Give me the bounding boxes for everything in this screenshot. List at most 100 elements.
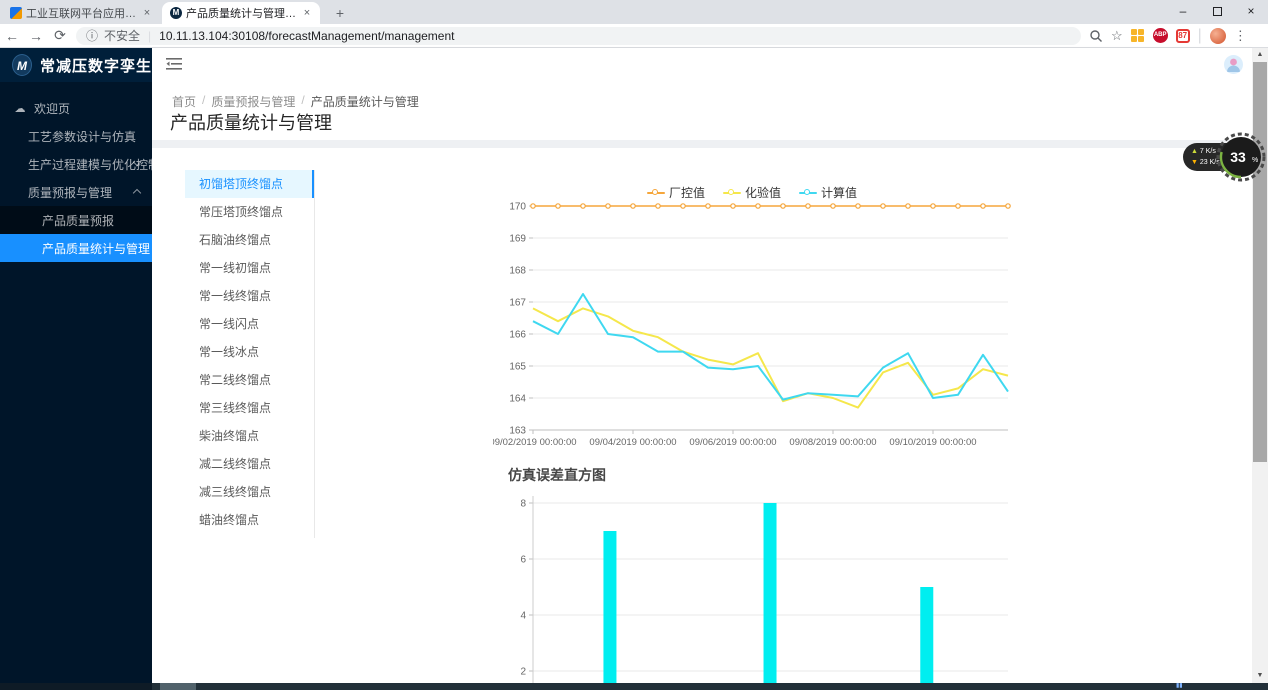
browser-tab-active[interactable]: M 产品质量统计与管理 - 常减压数… ×	[162, 2, 320, 24]
svg-text:165: 165	[509, 362, 526, 373]
app-logo-icon: M	[12, 54, 32, 76]
breadcrumb-separator: /	[301, 93, 304, 110]
sidebar-item-label: 工艺参数设计与仿真	[28, 128, 136, 145]
svg-text:2: 2	[520, 667, 526, 678]
quality-tab-12[interactable]: 蜡油终馏点	[185, 506, 315, 534]
app-logo-text: 常减压数字孪生	[40, 55, 152, 76]
breadcrumb-item: 产品质量统计与管理	[311, 93, 419, 110]
breadcrumb-separator: /	[202, 93, 205, 110]
quality-tab-4[interactable]: 常一线终馏点	[185, 282, 315, 310]
app-logo[interactable]: M 常减压数字孪生	[0, 48, 152, 82]
forward-button[interactable]: →	[24, 28, 48, 44]
svg-text:09/02/2019 00:00:00: 09/02/2019 00:00:00	[493, 437, 577, 448]
bookmark-star-icon[interactable]: ☆	[1111, 28, 1123, 44]
sidebar-item-label: 质量预报与管理	[28, 184, 112, 201]
sidebar-collapse-icon[interactable]	[166, 57, 182, 71]
network-monitor-overlay[interactable]: ▲ 7 K/s ▼ 23 K/s 33 %	[1183, 132, 1268, 182]
chrome-menu-icon[interactable]: ⋮	[1234, 28, 1247, 44]
svg-text:166: 166	[509, 330, 526, 341]
quality-tab-1[interactable]: 常压塔顶终馏点	[185, 198, 315, 226]
scroll-down-icon[interactable]: ▼	[1252, 669, 1268, 683]
legend-marker-icon	[647, 189, 665, 197]
bar-chart-title: 仿真误差直方图	[508, 465, 606, 485]
quality-tab-8[interactable]: 常三线终馏点	[185, 394, 315, 422]
back-button[interactable]: ←	[0, 28, 24, 44]
svg-text:168: 168	[509, 266, 526, 277]
cpu-percent-badge[interactable]: 33 %	[1216, 132, 1266, 182]
legend-marker-icon	[799, 189, 817, 197]
quality-tab-9[interactable]: 柴油终馏点	[185, 422, 315, 450]
quality-tab-11[interactable]: 减三线终馏点	[185, 478, 315, 506]
svg-text:164: 164	[509, 394, 526, 405]
new-tab-button[interactable]: +	[328, 4, 352, 22]
error-histogram-chart: 8642	[493, 488, 1023, 683]
tab-title: 产品质量统计与管理 - 常减压数…	[186, 5, 296, 21]
breadcrumb: 首页 / 质量预报与管理 / 产品质量统计与管理	[172, 93, 419, 110]
upload-speed: 7 K/s	[1200, 148, 1216, 155]
digital-twin-favicon-icon: M	[170, 7, 182, 19]
browser-profile-avatar[interactable]	[1210, 28, 1226, 44]
sidebar-item-3[interactable]: 质量预报与管理	[0, 178, 152, 206]
sidebar-item-0[interactable]: ☁ 欢迎页	[0, 94, 152, 122]
quality-tab-3[interactable]: 常一线初馏点	[185, 254, 315, 282]
scrollbar-thumb[interactable]	[1253, 62, 1267, 462]
sidebar-item-4[interactable]: 产品质量预报	[0, 206, 152, 234]
horizontal-scroll-thumb[interactable]	[160, 683, 196, 690]
browser-tab-appstore[interactable]: 工业互联网平台应用商店 ×	[2, 2, 160, 24]
upload-arrow-icon: ▲	[1191, 148, 1198, 155]
app-header	[152, 48, 1252, 81]
window-controls: – ×	[1166, 0, 1268, 24]
sidebar-item-1[interactable]: 工艺参数设计与仿真	[0, 122, 152, 150]
window-maximize-button[interactable]	[1200, 0, 1234, 24]
user-avatar[interactable]	[1224, 55, 1243, 74]
section-divider	[152, 140, 1252, 148]
svg-text:09/04/2019 00:00:00: 09/04/2019 00:00:00	[589, 437, 676, 448]
tabs-divider	[314, 170, 315, 538]
tab-close-icon[interactable]: ×	[300, 6, 314, 20]
bottom-scrollbar[interactable]: ▮▮	[0, 683, 1268, 690]
quality-tab-10[interactable]: 减二线终馏点	[185, 450, 315, 478]
page-header: 首页 / 质量预报与管理 / 产品质量统计与管理 产品质量统计与管理	[152, 81, 1252, 140]
info-icon[interactable]: ⓘ	[86, 27, 98, 44]
adblock-extension-icon[interactable]: ABP	[1153, 28, 1168, 43]
divider: |	[148, 29, 151, 43]
breadcrumb-item[interactable]: 首页	[172, 93, 196, 110]
quality-tab-7[interactable]: 常二线终馏点	[185, 366, 315, 394]
download-arrow-icon: ▼	[1191, 159, 1198, 166]
quality-tab-0[interactable]: 初馏塔顶终馏点	[185, 170, 315, 198]
window-close-button[interactable]: ×	[1234, 0, 1268, 24]
tab-close-icon[interactable]: ×	[140, 6, 154, 20]
sidebar-item-2[interactable]: 生产过程建模与优化控制	[0, 150, 152, 178]
sidebar-item-label: 生产过程建模与优化控制	[28, 156, 160, 173]
window-minimize-button[interactable]: –	[1166, 0, 1200, 24]
svg-text:6: 6	[520, 555, 526, 566]
url-text: 10.11.13.104:30108/forecastManagement/ma…	[159, 29, 454, 43]
quality-tab-5[interactable]: 常一线闪点	[185, 310, 315, 338]
sidebar-item-label: 欢迎页	[34, 100, 70, 117]
app-sidebar: M 常减压数字孪生 ☁ 欢迎页工艺参数设计与仿真生产过程建模与优化控制质量预报与管…	[0, 48, 152, 683]
svg-text:167: 167	[509, 298, 526, 309]
quality-tab-6[interactable]: 常一线冰点	[185, 338, 315, 366]
cloud-icon: ☁	[12, 102, 28, 115]
breadcrumb-item[interactable]: 质量预报与管理	[211, 93, 295, 110]
sidebar-item-label: 产品质量统计与管理	[42, 240, 150, 257]
percent-value: 33	[1230, 149, 1246, 165]
red-extension-icon[interactable]: 87	[1176, 29, 1190, 43]
sidebar-menu: ☁ 欢迎页工艺参数设计与仿真生产过程建模与优化控制质量预报与管理产品质量预报产品质…	[0, 94, 152, 262]
legend-marker-icon	[723, 189, 741, 197]
taskbar-glyph-icon: ▮▮	[1176, 683, 1183, 690]
svg-text:09/06/2019 00:00:00: 09/06/2019 00:00:00	[689, 437, 776, 448]
extension-grid-icon[interactable]	[1131, 29, 1145, 43]
scroll-up-icon[interactable]: ▲	[1252, 48, 1268, 62]
svg-text:170: 170	[509, 202, 526, 213]
svg-text:169: 169	[509, 234, 526, 245]
quality-tab-2[interactable]: 石脑油终馏点	[185, 226, 315, 254]
address-bar[interactable]: ⓘ 不安全 | 10.11.13.104:30108/forecastManag…	[76, 27, 1081, 45]
svg-text:4: 4	[520, 611, 526, 622]
tab-title: 工业互联网平台应用商店	[26, 5, 136, 21]
percent-sign: %	[1252, 157, 1258, 164]
browser-tabstrip: 工业互联网平台应用商店 × M 产品质量统计与管理 - 常减压数… × + – …	[0, 0, 1268, 24]
zoom-icon[interactable]	[1089, 29, 1103, 43]
reload-button[interactable]: ⟳	[48, 27, 72, 44]
sidebar-item-5[interactable]: 产品质量统计与管理	[0, 234, 152, 262]
